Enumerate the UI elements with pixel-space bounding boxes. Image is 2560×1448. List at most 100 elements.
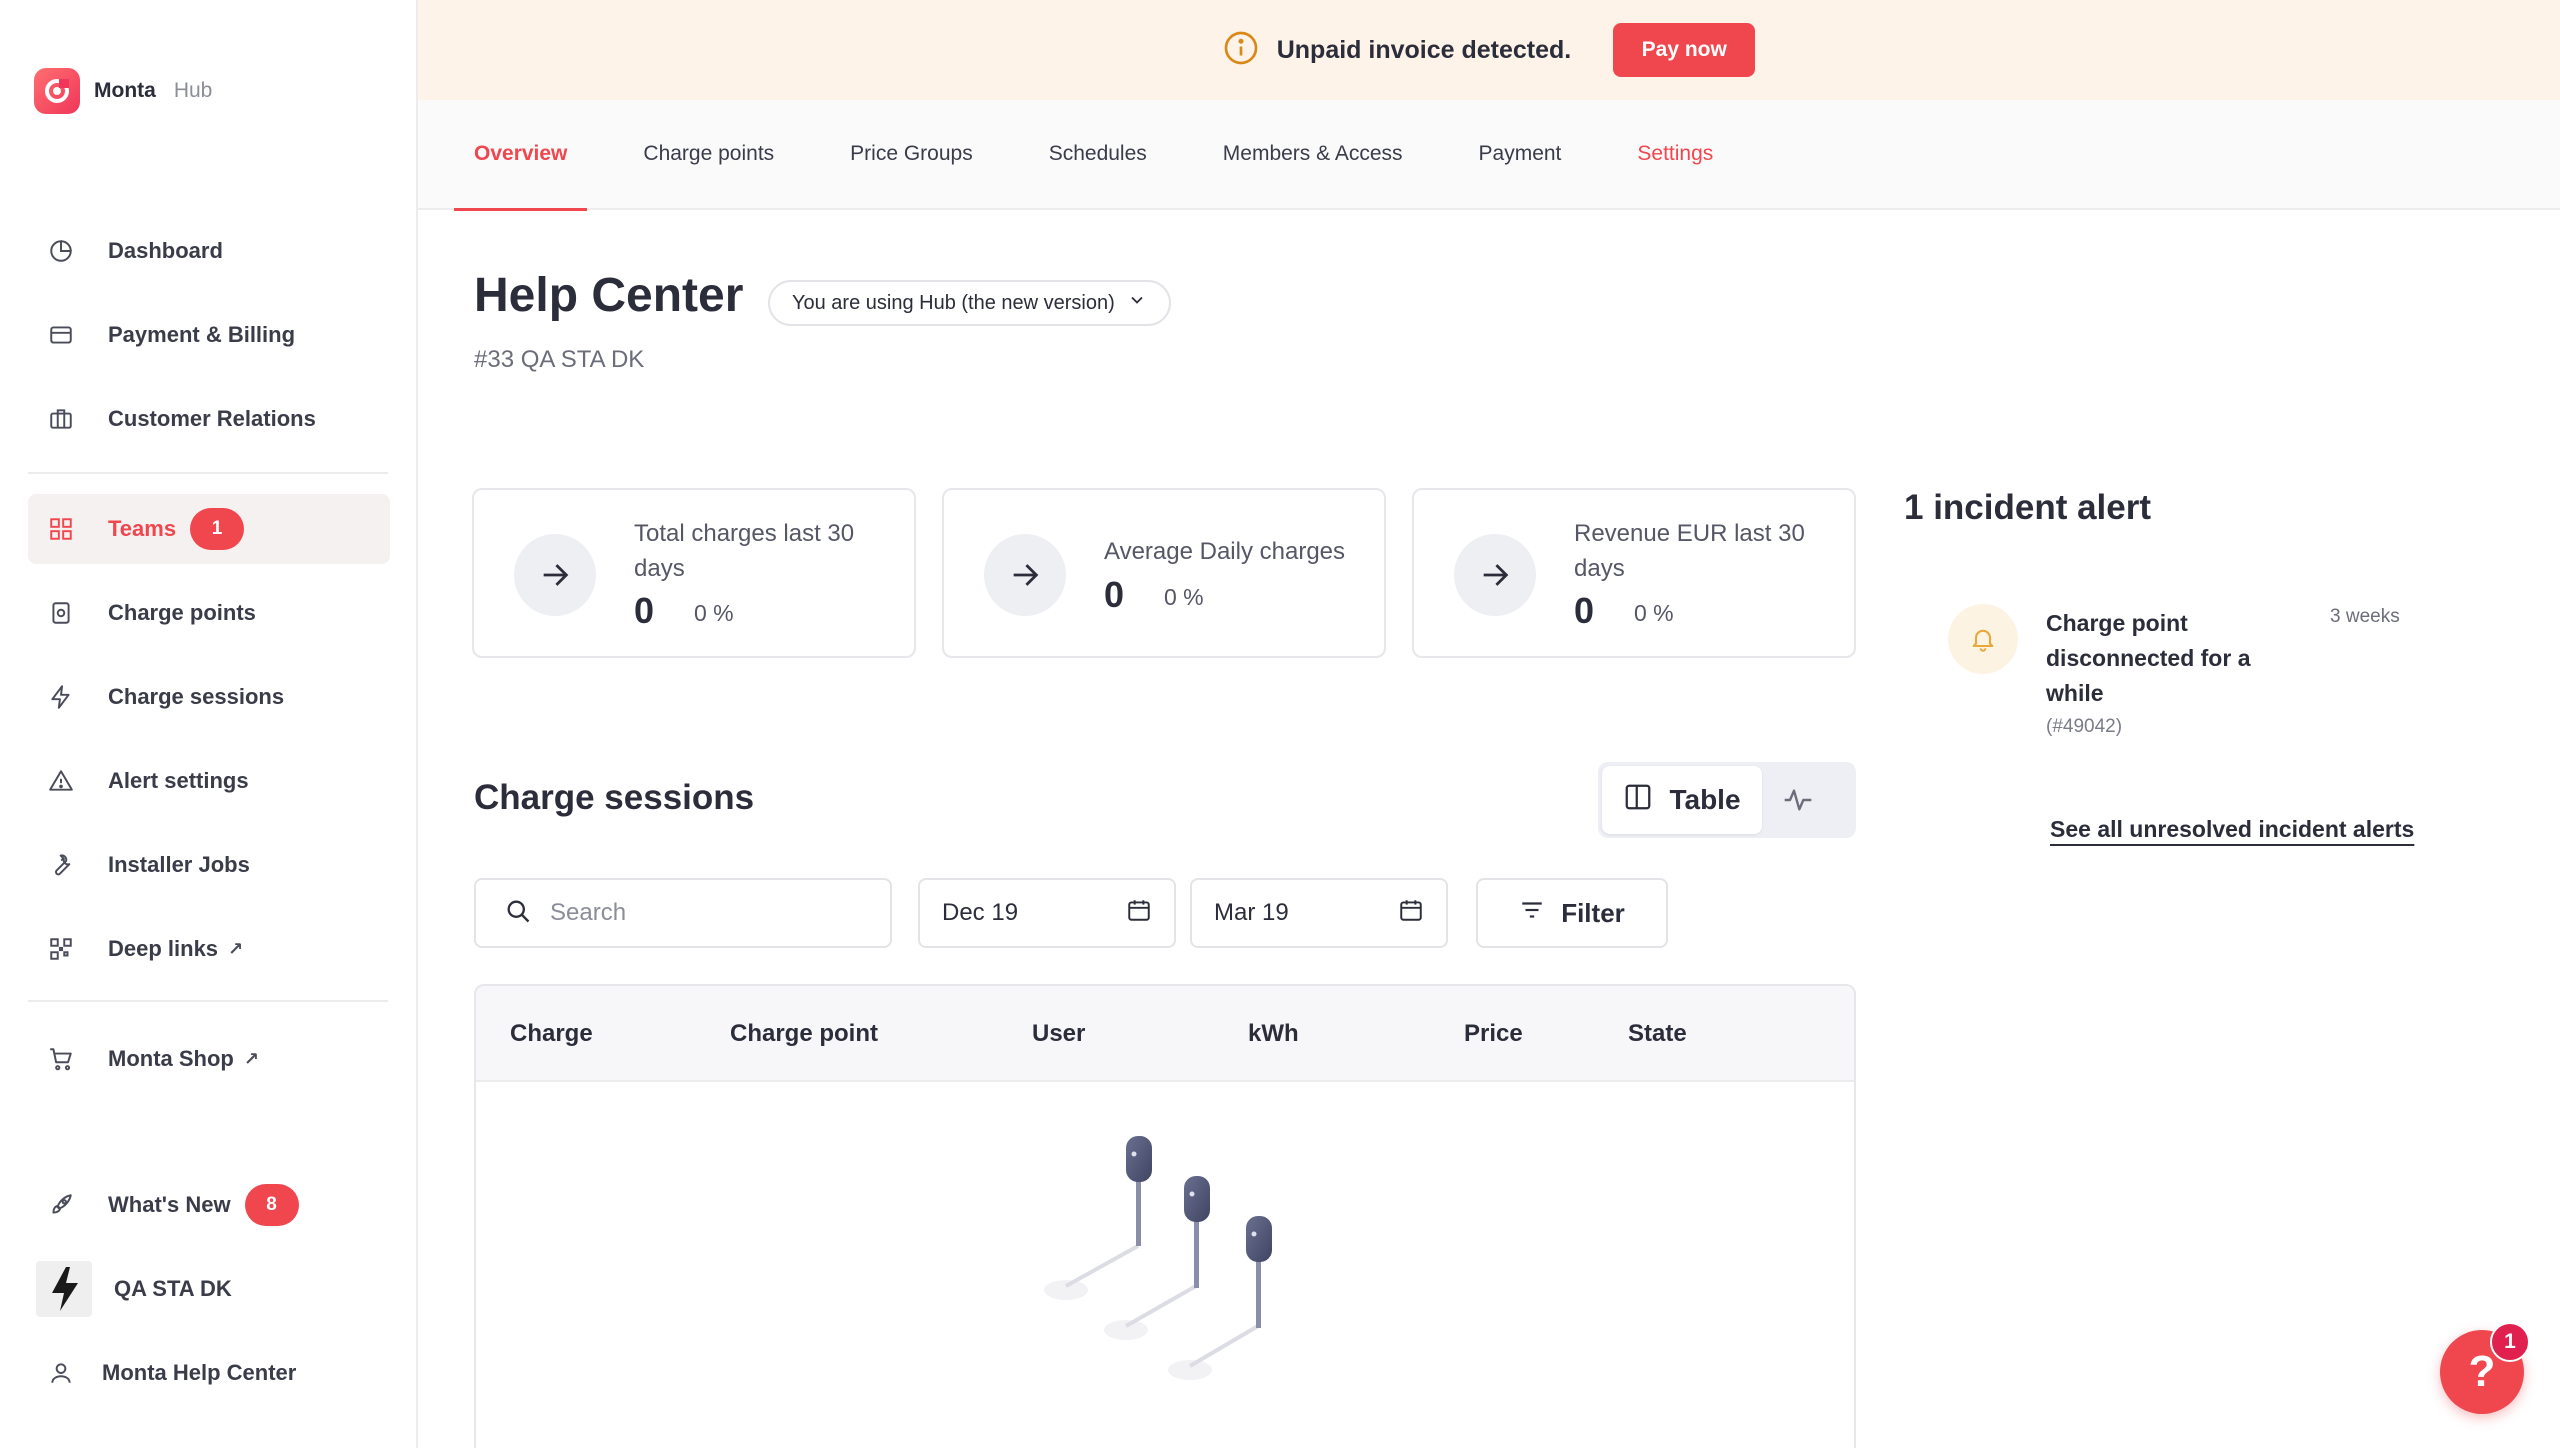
column-header-kwh[interactable]: kWh xyxy=(1248,1020,1299,1048)
sidebar-item-customer-relations[interactable]: Customer Relations xyxy=(28,384,390,454)
sidebar-item-whats-new[interactable]: What's New 8 xyxy=(28,1170,390,1240)
arrow-right-icon xyxy=(1454,534,1536,616)
pie-chart-icon xyxy=(48,238,74,264)
column-header-state[interactable]: State xyxy=(1628,1020,1687,1048)
charge-sessions-title: Charge sessions xyxy=(474,778,755,817)
search-field[interactable] xyxy=(474,878,892,948)
monta-logo-icon xyxy=(34,68,80,114)
sidebar-item-team-switcher[interactable]: QA STA DK xyxy=(28,1254,390,1324)
calendar-icon xyxy=(1398,897,1424,930)
column-header-user[interactable]: User xyxy=(1032,1020,1085,1048)
stat-label: Revenue EUR last 30 days xyxy=(1574,520,1805,582)
info-icon xyxy=(1223,30,1259,71)
banner-text: Unpaid invoice detected. xyxy=(1276,35,1572,64)
sidebar-nav-secondary: Teams 1 Charge points Charge sessions Al… xyxy=(28,494,390,998)
bell-icon xyxy=(1948,604,2018,674)
stat-card-revenue[interactable]: Revenue EUR last 30 days 0 0 % xyxy=(1412,488,1856,658)
sidebar-item-label: Dashboard xyxy=(108,238,223,263)
stat-value: 0 xyxy=(1104,574,1125,615)
table-view-button[interactable]: Table xyxy=(1602,766,1762,834)
pay-now-button[interactable]: Pay now xyxy=(1613,23,1756,77)
view-toggle: Table xyxy=(1598,762,1856,838)
sidebar-item-label: Teams xyxy=(108,516,177,541)
column-header-price[interactable]: Price xyxy=(1464,1020,1523,1048)
charge-sessions-table: Charge Charge point User kWh Price State xyxy=(474,984,1856,1448)
stat-label: Average Daily charges xyxy=(1104,538,1346,565)
sidebar-item-profile[interactable]: Monta Help Center xyxy=(28,1338,390,1408)
external-link-icon: ↗ xyxy=(243,1048,259,1069)
tab-price-groups[interactable]: Price Groups xyxy=(850,99,973,209)
team-avatar xyxy=(36,1261,92,1317)
bolt-icon xyxy=(48,684,74,710)
wrench-icon xyxy=(48,852,74,878)
sidebar-nav-primary: Dashboard Payment & Billing Customer Rel… xyxy=(28,216,390,468)
sidebar-item-label: Monta Help Center xyxy=(102,1360,297,1385)
activity-icon xyxy=(1782,789,1814,820)
qr-icon xyxy=(48,936,74,962)
sidebar-item-label: Installer Jobs xyxy=(108,852,250,877)
columns-icon xyxy=(1623,782,1653,819)
sidebar-item-label: QA STA DK xyxy=(114,1276,232,1301)
team-id: #33 QA STA DK xyxy=(474,346,645,373)
tab-overview[interactable]: Overview xyxy=(453,99,588,211)
stat-percent: 0 % xyxy=(1634,600,1674,626)
calendar-icon xyxy=(1126,897,1152,930)
stat-card-total-charges[interactable]: Total charges last 30 days 0 0 % xyxy=(472,488,916,658)
sidebar-item-label: Customer Relations xyxy=(108,406,316,431)
tab-charge-points[interactable]: Charge points xyxy=(643,99,774,209)
arrow-right-icon xyxy=(984,534,1066,616)
stat-percent: 0 % xyxy=(694,600,734,626)
sidebar-item-label: What's New xyxy=(108,1192,231,1217)
column-header-charge[interactable]: Charge xyxy=(510,1020,593,1048)
briefcase-icon xyxy=(48,406,74,432)
tab-settings[interactable]: Settings xyxy=(1637,99,1713,209)
table-header: Charge Charge point User kWh Price State xyxy=(476,986,1854,1082)
sidebar-item-label: Payment & Billing xyxy=(108,322,296,347)
sidebar-divider xyxy=(28,472,388,474)
stat-label: Total charges last 30 days xyxy=(634,520,855,582)
stat-card-average-daily[interactable]: Average Daily charges 0 0 % xyxy=(942,488,1386,658)
stat-value: 0 xyxy=(1574,590,1595,631)
sidebar-item-deep-links[interactable]: Deep links ↗ xyxy=(28,914,390,984)
filter-button[interactable]: Filter xyxy=(1476,878,1668,948)
sidebar-item-label: Deep links xyxy=(108,936,219,961)
brand-name: Monta xyxy=(94,79,156,102)
incident-alert-item[interactable]: Charge point disconnected for a while xyxy=(2046,606,2286,711)
search-input[interactable] xyxy=(550,899,880,927)
team-tabs: Overview Charge points Price Groups Sche… xyxy=(418,99,2560,211)
incident-alert-time: 3 weeks xyxy=(2330,606,2400,627)
user-icon xyxy=(48,1360,74,1386)
see-all-incidents-link[interactable]: See all unresolved incident alerts xyxy=(2050,816,2414,843)
unpaid-invoice-banner: Unpaid invoice detected. Pay now xyxy=(418,0,2560,100)
external-link-icon: ↗ xyxy=(228,938,244,959)
sidebar-item-payment-billing[interactable]: Payment & Billing xyxy=(28,300,390,370)
teams-badge: 1 xyxy=(190,508,245,550)
tab-schedules[interactable]: Schedules xyxy=(1049,99,1147,209)
sidebar-item-monta-shop[interactable]: Monta Shop ↗ xyxy=(28,1024,390,1094)
sidebar-item-teams[interactable]: Teams 1 xyxy=(28,494,390,564)
sidebar-item-charge-sessions[interactable]: Charge sessions xyxy=(28,662,390,732)
sidebar-item-dashboard[interactable]: Dashboard xyxy=(28,216,390,286)
tab-payment[interactable]: Payment xyxy=(1479,99,1562,209)
tab-members-access[interactable]: Members & Access xyxy=(1223,99,1403,209)
version-dropdown[interactable]: You are using Hub (the new version) xyxy=(768,280,1171,326)
date-to-picker[interactable]: Mar 19 xyxy=(1190,878,1448,948)
sidebar-item-alert-settings[interactable]: Alert settings xyxy=(28,746,390,816)
empty-state-chargers-illustration xyxy=(1044,1136,1272,1380)
grid-icon xyxy=(48,516,74,542)
filter-label: Filter xyxy=(1561,897,1625,928)
credit-card-icon xyxy=(48,322,74,348)
column-header-charge-point[interactable]: Charge point xyxy=(730,1020,878,1048)
sidebar-divider xyxy=(28,1000,388,1002)
arrow-right-icon xyxy=(514,534,596,616)
sidebar-item-installer-jobs[interactable]: Installer Jobs xyxy=(28,830,390,900)
chart-view-button[interactable] xyxy=(1782,784,1814,816)
version-label: You are using Hub (the new version) xyxy=(792,291,1115,314)
whats-new-badge: 8 xyxy=(244,1184,299,1226)
date-from-picker[interactable]: Dec 19 xyxy=(918,878,1176,948)
charger-icon xyxy=(48,600,74,626)
sidebar-item-charge-points[interactable]: Charge points xyxy=(28,578,390,648)
sidebar-item-label: Charge points xyxy=(108,600,256,625)
brand[interactable]: Monta Hub xyxy=(34,68,212,114)
sidebar-nav-footer: What's New 8 QA STA DK Monta Help Center xyxy=(28,1170,390,1422)
